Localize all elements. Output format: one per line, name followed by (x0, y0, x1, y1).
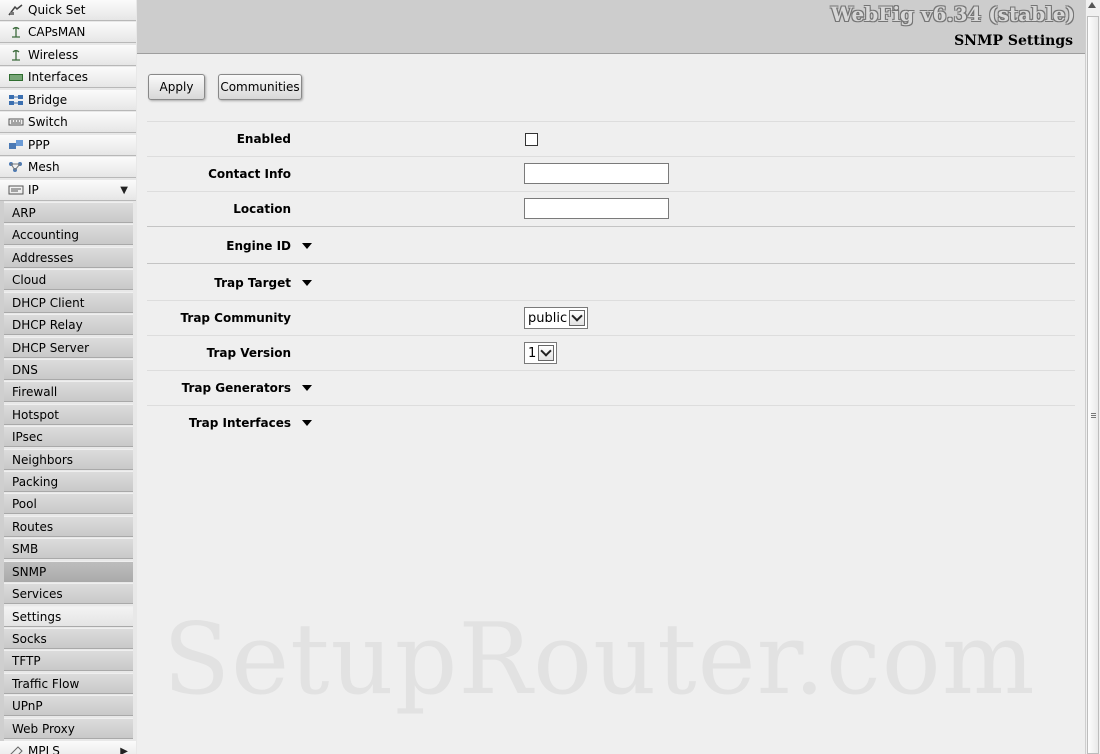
antenna-icon (8, 49, 24, 61)
sidebar-subitem-smb[interactable]: SMB (4, 538, 133, 559)
field-label: Trap Target (214, 276, 291, 290)
trap-community-select[interactable]: public (524, 307, 589, 329)
scrollbar-thumb[interactable] (1087, 16, 1099, 754)
antenna-icon (8, 26, 24, 38)
sidebar-item-label: Mesh (28, 160, 60, 174)
sidebar-item-label: MPLS (28, 744, 60, 754)
sidebar-subitem-firewall[interactable]: Firewall (4, 381, 133, 402)
sidebar-item-ip[interactable]: IP ▼ (0, 180, 136, 201)
expand-arrow-icon[interactable] (302, 420, 312, 426)
watermark: SetupRouter.com (163, 603, 1036, 717)
sidebar-item-quick-set[interactable]: Quick Set (0, 0, 136, 21)
location-input[interactable] (524, 198, 669, 219)
sidebar-subitem-dhcp-client[interactable]: DHCP Client (4, 292, 133, 313)
expand-arrow-icon[interactable] (302, 385, 312, 391)
form-row-contact-info: Contact Info (147, 156, 1075, 191)
ppp-icon (8, 139, 24, 151)
sidebar-subitem-services[interactable]: Services (4, 583, 133, 604)
expand-arrow-icon[interactable] (302, 243, 312, 249)
sidebar-item-label: Quick Set (28, 3, 86, 17)
sidebar-menu: Quick Set CAPsMAN Wireless Interfaces Br… (0, 0, 138, 754)
selected-value: 1 (528, 345, 537, 361)
quick-set-icon (8, 4, 24, 16)
chevron-down-icon[interactable] (569, 310, 586, 326)
form-row-location: Location (147, 191, 1075, 226)
sidebar-item-capsman[interactable]: CAPsMAN (0, 22, 136, 43)
form-row-engine-id[interactable]: Engine ID (147, 226, 1075, 264)
sidebar-item-label: Wireless (28, 48, 79, 62)
field-label: Trap Interfaces (188, 416, 291, 430)
sidebar-subitem-accounting[interactable]: Accounting (4, 224, 133, 245)
chevron-down-icon[interactable] (538, 345, 555, 361)
trap-version-select[interactable]: 1 (524, 342, 558, 364)
form-row-trap-target[interactable]: Trap Target (147, 263, 1075, 301)
field-label: Location (233, 202, 291, 216)
sidebar-item-ppp[interactable]: PPP (0, 135, 136, 156)
page-title: SNMP Settings (954, 33, 1073, 49)
app-version: WebFig v6.34 (stable) (830, 2, 1075, 26)
sidebar-subitem-arp[interactable]: ARP (4, 202, 133, 223)
ip-icon (8, 184, 24, 196)
interfaces-icon (8, 71, 24, 83)
field-label: Trap Generators (181, 381, 291, 395)
form-row-enabled: Enabled (147, 121, 1075, 156)
sidebar-item-label: Switch (28, 115, 68, 129)
sidebar-item-label: IP (28, 183, 39, 197)
mpls-icon (8, 745, 24, 754)
sidebar-item-interfaces[interactable]: Interfaces (0, 67, 136, 88)
field-label: Trap Community (180, 311, 291, 325)
sidebar-subitem-dhcp-server[interactable]: DHCP Server (4, 337, 133, 358)
sidebar-subitem-packing[interactable]: Packing (4, 471, 133, 492)
form-row-trap-community: Trap Community public (147, 300, 1075, 335)
sidebar-subitem-settings[interactable]: Settings (4, 606, 133, 627)
sidebar-item-mpls[interactable]: MPLS ▶ (0, 741, 136, 754)
form-row-trap-interfaces[interactable]: Trap Interfaces (147, 405, 1075, 440)
chevron-down-icon: ▼ (120, 184, 128, 196)
field-label: Contact Info (208, 167, 291, 181)
sidebar-subitem-pool[interactable]: Pool (4, 493, 133, 514)
contact-info-input[interactable] (524, 163, 669, 184)
sidebar-subitem-traffic-flow[interactable]: Traffic Flow (4, 673, 133, 694)
sidebar-subitem-cloud[interactable]: Cloud (4, 269, 133, 290)
field-label: Engine ID (226, 239, 291, 253)
grip-icon (1091, 413, 1096, 419)
sidebar-subitem-dns[interactable]: DNS (4, 359, 133, 380)
sidebar-subitem-web-proxy[interactable]: Web Proxy (4, 718, 133, 739)
field-label: Enabled (236, 132, 291, 146)
bridge-icon (8, 94, 24, 106)
sidebar-subitem-addresses[interactable]: Addresses (4, 247, 133, 268)
sidebar-item-bridge[interactable]: Bridge (0, 90, 136, 111)
selected-value: public (528, 310, 568, 326)
expand-arrow-icon[interactable] (302, 280, 312, 286)
sidebar-subitem-dhcp-relay[interactable]: DHCP Relay (4, 314, 133, 335)
sidebar-subitem-socks[interactable]: Socks (4, 628, 133, 649)
sidebar-item-label: Bridge (28, 93, 68, 107)
sidebar-subitem-tftp[interactable]: TFTP (4, 650, 133, 671)
sidebar-subitem-snmp[interactable]: SNMP (4, 561, 133, 582)
enabled-checkbox[interactable] (525, 133, 538, 146)
sidebar-item-wireless[interactable]: Wireless (0, 45, 136, 66)
switch-icon (8, 116, 24, 128)
page-header: WebFig v6.34 (stable) SNMP Settings (137, 0, 1085, 54)
form-row-trap-version: Trap Version 1 (147, 335, 1075, 370)
field-label: Trap Version (206, 346, 291, 360)
mesh-icon (8, 161, 24, 173)
scrollbar[interactable] (1085, 0, 1100, 754)
chevron-right-icon: ▶ (120, 745, 128, 754)
scroll-up-arrow-icon[interactable] (1088, 2, 1096, 8)
sidebar-item-mesh[interactable]: Mesh (0, 157, 136, 178)
sidebar-item-label: Interfaces (28, 70, 88, 84)
sidebar-subitem-hotspot[interactable]: Hotspot (4, 404, 133, 425)
sidebar-subitem-upnp[interactable]: UPnP (4, 695, 133, 716)
sidebar-subitem-ipsec[interactable]: IPsec (4, 426, 133, 447)
sidebar-item-switch[interactable]: Switch (0, 112, 136, 133)
sidebar-item-label: PPP (28, 138, 50, 152)
sidebar-subitem-routes[interactable]: Routes (4, 516, 133, 537)
form-row-trap-generators[interactable]: Trap Generators (147, 370, 1075, 405)
apply-button[interactable]: Apply (148, 74, 205, 100)
sidebar-item-label: CAPsMAN (28, 25, 86, 39)
sidebar-subitem-neighbors[interactable]: Neighbors (4, 449, 133, 470)
communities-button[interactable]: Communities (218, 74, 302, 100)
